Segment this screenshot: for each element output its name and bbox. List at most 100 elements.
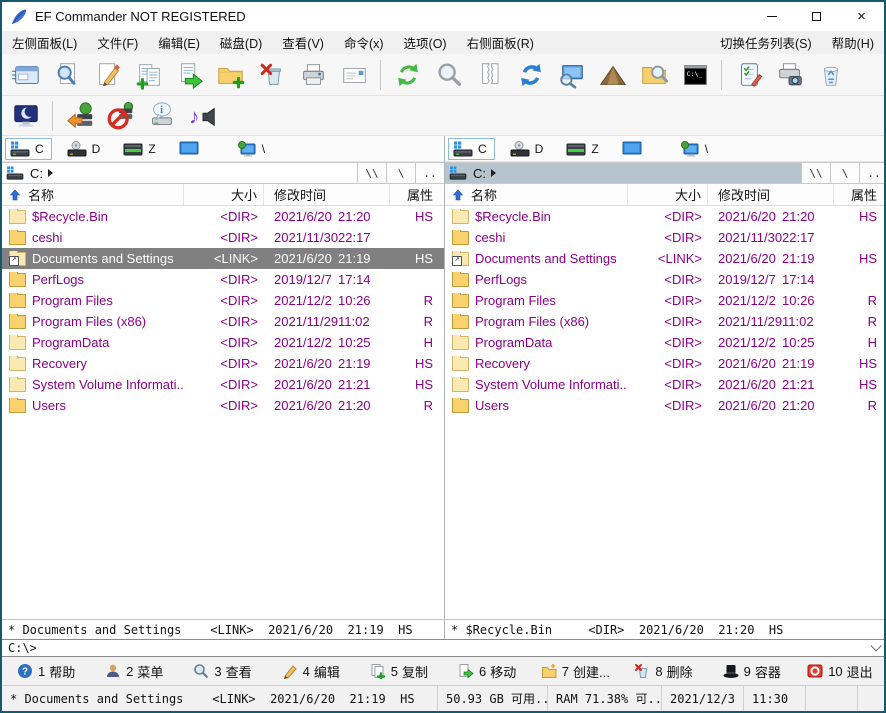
print-button[interactable]: [292, 56, 333, 94]
fkey-create-button[interactable]: 7创建...: [531, 657, 619, 685]
sounds-button[interactable]: ♪: [182, 97, 223, 135]
search-folder-icon: [639, 60, 669, 90]
drive-info-button[interactable]: i: [141, 97, 182, 135]
column-header-name[interactable]: 名称: [2, 184, 184, 205]
path-root-unc-button[interactable]: \\: [357, 163, 386, 183]
menu-help[interactable]: 帮助(H): [822, 31, 884, 54]
command-line[interactable]: C:\>: [2, 639, 884, 657]
column-header-attr[interactable]: 属性: [834, 184, 886, 205]
network-button[interactable]: \: [675, 138, 716, 160]
file-row[interactable]: ProgramData <DIR> 2021/12/2 10:25 H: [2, 332, 444, 353]
fkey-edit-button[interactable]: 4编辑: [267, 657, 355, 685]
search-folder-button[interactable]: [633, 56, 674, 94]
fkey-copy-button[interactable]: 5复制: [355, 657, 443, 685]
menu-command[interactable]: 命令(x): [334, 31, 394, 54]
fkey-move-button[interactable]: 6移动: [443, 657, 531, 685]
drive-c-button[interactable]: C: [5, 138, 52, 160]
fkey-container-button[interactable]: 9容器: [708, 657, 796, 685]
drive-z-button[interactable]: Z: [118, 138, 163, 160]
disconnect-network-drive-button[interactable]: [100, 97, 141, 135]
command-history-chevron-icon[interactable]: [870, 640, 881, 651]
edit-file-button[interactable]: [87, 56, 128, 94]
left-path-bar[interactable]: C: \\ \ ..: [2, 162, 444, 184]
path-up-button[interactable]: ..: [859, 163, 886, 183]
task-list-button[interactable]: [728, 56, 769, 94]
menu-right-panel[interactable]: 右侧面板(R): [457, 31, 544, 54]
file-row[interactable]: Program Files (x86) <DIR> 2021/11/29 11:…: [2, 311, 444, 332]
fkey-view-button[interactable]: 3查看: [178, 657, 266, 685]
drive-d-button[interactable]: D: [62, 138, 109, 160]
fkey-menu-button[interactable]: 2菜单: [90, 657, 178, 685]
column-header-size[interactable]: 大小: [184, 184, 264, 205]
column-header-size[interactable]: 大小: [628, 184, 708, 205]
fkey-help-button[interactable]: ? 1帮助: [2, 657, 90, 685]
delete-button[interactable]: [251, 56, 292, 94]
file-row[interactable]: ceshi <DIR> 2021/11/30 22:17: [2, 227, 444, 248]
print-screen-button[interactable]: [769, 56, 810, 94]
file-row[interactable]: PerfLogs <DIR> 2019/12/7 17:14: [445, 269, 886, 290]
file-row[interactable]: System Volume Informati... <DIR> 2021/6/…: [445, 374, 886, 395]
fkey-delete-button[interactable]: 8删除: [619, 657, 707, 685]
svg-text:C:\_: C:\_: [686, 69, 702, 77]
close-button[interactable]: ×: [839, 2, 884, 31]
screen-view-button[interactable]: [551, 56, 592, 94]
night-mode-button[interactable]: [5, 97, 46, 135]
compare-files-button[interactable]: [469, 56, 510, 94]
new-folder-button[interactable]: [210, 56, 251, 94]
command-prompt-button[interactable]: C:\_: [674, 56, 715, 94]
file-row[interactable]: Documents and Settings <LINK> 2021/6/20 …: [2, 248, 444, 269]
file-row[interactable]: Documents and Settings <LINK> 2021/6/20 …: [445, 248, 886, 269]
column-header-modified[interactable]: 修改时间: [264, 184, 390, 205]
move-files-button[interactable]: [169, 56, 210, 94]
menu-options[interactable]: 选项(O): [394, 31, 457, 54]
file-row[interactable]: ceshi <DIR> 2021/11/30 22:17: [445, 227, 886, 248]
synchronize-button[interactable]: [510, 56, 551, 94]
pack-button[interactable]: [592, 56, 633, 94]
menu-switch-task-list[interactable]: 切换任务列表(S): [710, 31, 822, 54]
path-root-button[interactable]: \: [386, 163, 415, 183]
file-row[interactable]: Recovery <DIR> 2021/6/20 21:19 HS: [2, 353, 444, 374]
path-root-button[interactable]: \: [830, 163, 859, 183]
search-button[interactable]: [428, 56, 469, 94]
recycle-bin-button[interactable]: [810, 56, 851, 94]
menu-disk[interactable]: 磁盘(D): [210, 31, 272, 54]
file-row[interactable]: System Volume Informati... <DIR> 2021/6/…: [2, 374, 444, 395]
column-header-attr[interactable]: 属性: [390, 184, 444, 205]
file-row[interactable]: ProgramData <DIR> 2021/12/2 10:25 H: [445, 332, 886, 353]
column-header-modified[interactable]: 修改时间: [708, 184, 834, 205]
menu-left-panel[interactable]: 左侧面板(L): [2, 31, 87, 54]
quick-view-button[interactable]: [46, 56, 87, 94]
left-list-empty-area[interactable]: [2, 413, 444, 620]
this-pc-button[interactable]: [174, 138, 212, 160]
menu-file[interactable]: 文件(F): [87, 31, 148, 54]
menu-view[interactable]: 查看(V): [272, 31, 334, 54]
file-row[interactable]: Program Files <DIR> 2021/12/2 10:26 R: [2, 290, 444, 311]
drive-d-button[interactable]: D: [505, 138, 552, 160]
maximize-button[interactable]: [794, 2, 839, 31]
file-row[interactable]: Users <DIR> 2021/6/20 21:20 R: [445, 395, 886, 413]
drive-c-button[interactable]: C: [448, 138, 495, 160]
map-network-drive-button[interactable]: [59, 97, 100, 135]
column-header-name[interactable]: 名称: [445, 184, 628, 205]
drive-z-button[interactable]: Z: [561, 138, 606, 160]
file-row[interactable]: Users <DIR> 2021/6/20 21:20 R: [2, 395, 444, 413]
new-panel-button[interactable]: [5, 56, 46, 94]
file-row[interactable]: Recovery <DIR> 2021/6/20 21:19 HS: [445, 353, 886, 374]
file-row[interactable]: Program Files <DIR> 2021/12/2 10:26 R: [445, 290, 886, 311]
network-button[interactable]: \: [232, 138, 273, 160]
refresh-button[interactable]: [387, 56, 428, 94]
right-list-empty-area[interactable]: [445, 413, 886, 620]
path-root-unc-button[interactable]: \\: [801, 163, 830, 183]
this-pc-button[interactable]: [617, 138, 655, 160]
file-row[interactable]: $Recycle.Bin <DIR> 2021/6/20 21:20 HS: [445, 206, 886, 227]
menu-edit[interactable]: 编辑(E): [148, 31, 210, 54]
path-up-button[interactable]: ..: [415, 163, 444, 183]
mail-button[interactable]: [333, 56, 374, 94]
minimize-button[interactable]: [749, 2, 794, 31]
file-row[interactable]: $Recycle.Bin <DIR> 2021/6/20 21:20 HS: [2, 206, 444, 227]
file-row[interactable]: PerfLogs <DIR> 2019/12/7 17:14: [2, 269, 444, 290]
copy-files-button[interactable]: [128, 56, 169, 94]
file-row[interactable]: Program Files (x86) <DIR> 2021/11/29 11:…: [445, 311, 886, 332]
right-path-bar[interactable]: C: \\ \ ..: [445, 162, 886, 184]
fkey-exit-button[interactable]: 10退出: [796, 657, 884, 685]
